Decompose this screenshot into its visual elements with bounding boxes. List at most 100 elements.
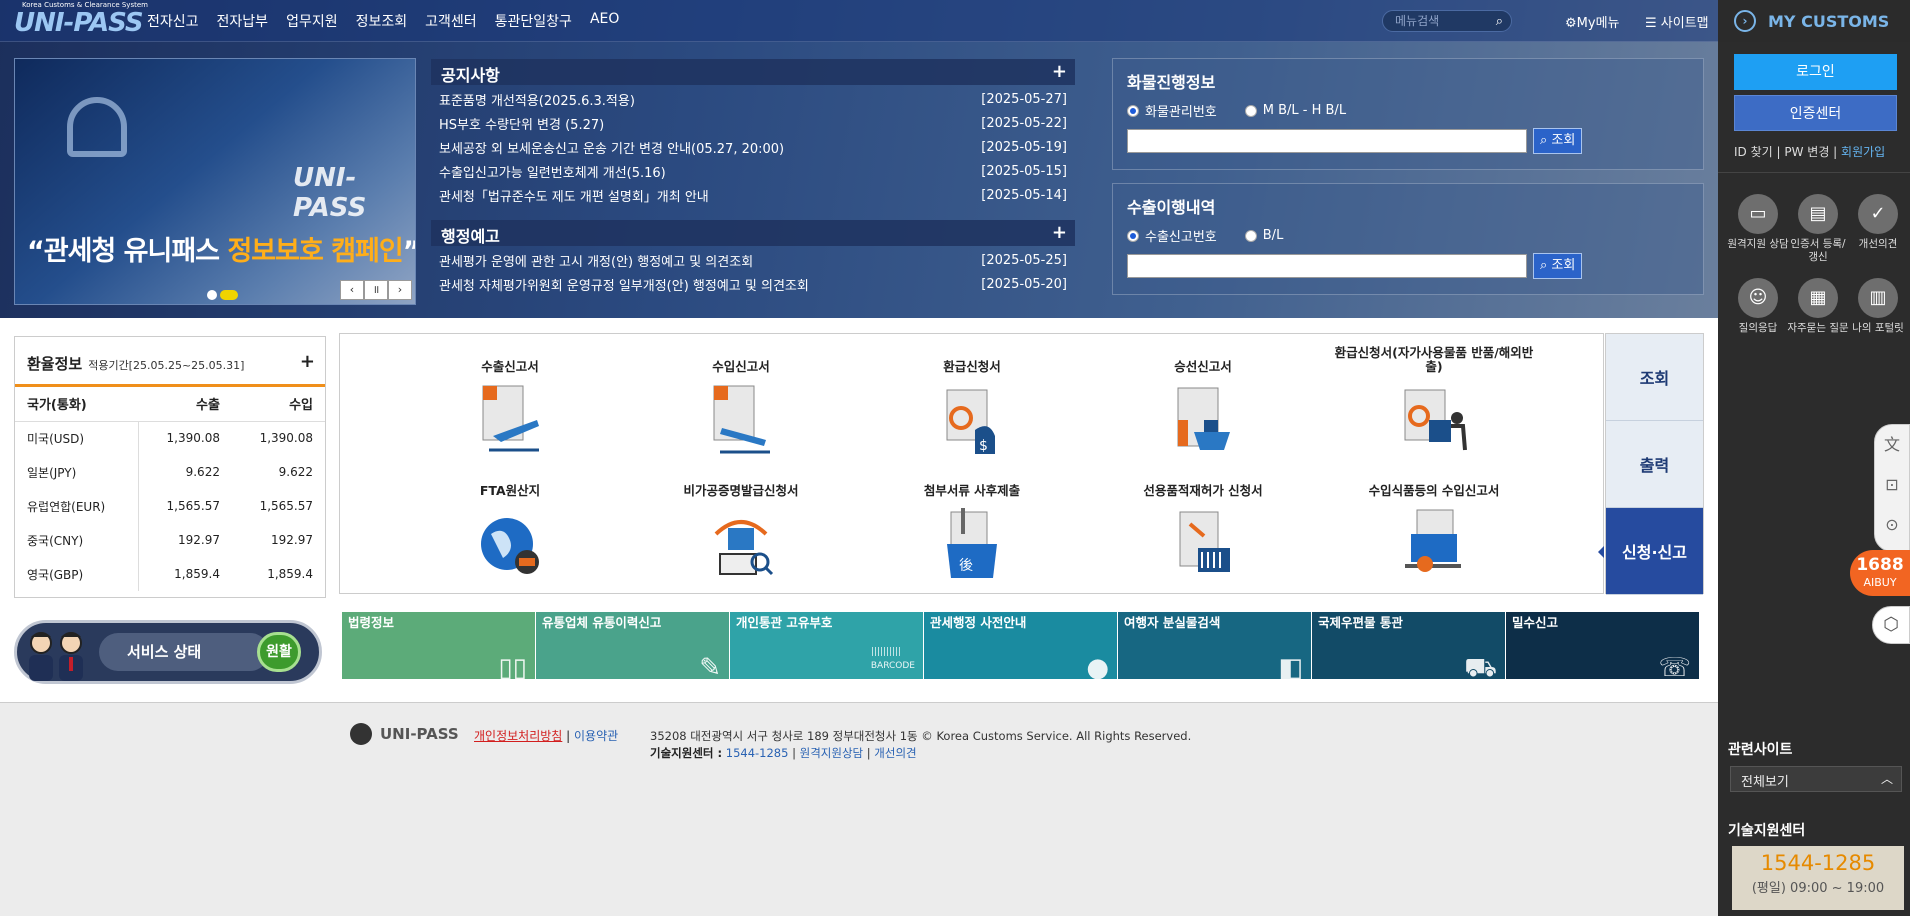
- radio-bl[interactable]: M B/L - H B/L: [1244, 101, 1346, 120]
- doc-food-import[interactable]: 수입식품등의 수입신고서: [1334, 468, 1534, 588]
- cargo-search-button[interactable]: ⌕ 조회: [1533, 128, 1583, 154]
- export-rate-cell: 9.622: [137, 455, 232, 489]
- mymenu-button[interactable]: ⚙My메뉴: [1565, 12, 1620, 31]
- banner-caption-pre: “관세청 유니패스: [27, 236, 228, 267]
- admin-notice-item[interactable]: 관세청 자체평가위원회 운영규정 일부개정(안) 행정예고 및 의견조회 [202…: [431, 272, 1075, 296]
- menu-search-input[interactable]: [1395, 14, 1485, 28]
- certificate-icon: ▤: [1798, 194, 1838, 234]
- doc-fta-origin[interactable]: FTA원산지: [410, 468, 610, 588]
- ai-icon[interactable]: ⊙: [1875, 505, 1909, 545]
- tab-inquiry[interactable]: 조회: [1606, 334, 1703, 421]
- pause-icon[interactable]: ॥: [364, 280, 388, 300]
- doc-import-declaration[interactable]: 수입신고서: [641, 344, 841, 464]
- quick-personal-code[interactable]: 개인통관 고유부호 |||||||||| BARCODE: [730, 612, 923, 679]
- doc-nonprocessing-certificate[interactable]: 비가공증명발급신청서: [641, 468, 841, 588]
- banner-dot-active[interactable]: [220, 290, 238, 300]
- check-bubble-icon: ✓: [1858, 194, 1898, 234]
- login-button[interactable]: 로그인: [1734, 54, 1897, 90]
- side-suggestion[interactable]: ✓ 개선의견: [1846, 194, 1910, 251]
- side-faq[interactable]: ▦ 자주묻는 질문: [1786, 278, 1850, 335]
- main-menu: 전자신고 전자납부 업무지원 정보조회 고객센터 통관단일창구 AEO: [147, 11, 619, 31]
- notice-item[interactable]: 보세공장 외 보세운송신고 운송 기간 변경 안내(05.27, 20:00) […: [431, 135, 1075, 159]
- side-my-portlet[interactable]: ▥ 나의 포털릿: [1846, 278, 1910, 335]
- screenshot-icon[interactable]: ⊡: [1875, 465, 1909, 505]
- declaration-grid: 수출신고서 수입신고서 환급신청서 $ 승선신고서 환급신청서(자가사용물품 반…: [339, 333, 1604, 594]
- menu-item-edeclare[interactable]: 전자신고: [147, 11, 199, 31]
- notice-item[interactable]: 수출입신고가능 일련번호체계 개선(5.16) [2025-05-15]: [431, 159, 1075, 183]
- tech-support-box: 1544-1285 (평일) 09:00 ~ 19:00: [1732, 846, 1904, 910]
- menu-item-customer[interactable]: 고객센터: [425, 11, 477, 31]
- quick-lost-items[interactable]: 여행자 분실물검색 ◧: [1118, 612, 1311, 681]
- notice-item[interactable]: 관세청「법규준수도 제도 개편 설명회」개최 안내 [2025-05-14]: [431, 183, 1075, 207]
- menu-item-epay[interactable]: 전자납부: [217, 11, 269, 31]
- doc-boarding-report[interactable]: 승선신고서: [1103, 344, 1303, 464]
- radio-bl[interactable]: B/L: [1244, 226, 1283, 245]
- sitemap-button[interactable]: ☰ 사이트맵: [1645, 12, 1709, 31]
- suggest-link[interactable]: 개선의견: [874, 746, 916, 760]
- remote-support-link[interactable]: 원격지원상담: [800, 746, 863, 760]
- doc-refund-overseas[interactable]: 환급신청서(자가사용물품 반품/해외반출): [1334, 344, 1534, 464]
- pw-change-link[interactable]: PW 변경: [1784, 145, 1829, 159]
- menu-item-single-window[interactable]: 통관단일창구: [495, 11, 572, 31]
- admin-notice-item[interactable]: 관세평가 운영에 관한 고시 개정(안) 행정예고 및 의견조회 [2025-05…: [431, 248, 1075, 272]
- related-sites-select[interactable]: 전체보기: [1730, 766, 1902, 792]
- campaign-banner[interactable]: UNI-PASS “관세청 유니패스 정보보호 캠페인” ‹ ॥ ›: [14, 58, 416, 305]
- search-icon[interactable]: ⌕: [1496, 14, 1503, 29]
- export-search-button[interactable]: ⌕ 조회: [1533, 253, 1583, 279]
- side-remote-support[interactable]: ▭ 원격지원 상담: [1726, 194, 1790, 251]
- banner-dot[interactable]: [207, 290, 217, 300]
- prev-icon[interactable]: ‹: [340, 280, 364, 300]
- tab-print[interactable]: 출력: [1606, 421, 1703, 508]
- id-find-link[interactable]: ID 찾기: [1734, 145, 1773, 159]
- cert-center-button[interactable]: 인증센터: [1734, 95, 1897, 131]
- book-icon: ▯▯: [498, 653, 527, 683]
- tab-apply[interactable]: 신청·신고: [1598, 508, 1703, 595]
- import-rate-cell: 1,390.08: [259, 431, 313, 446]
- column-header: 수출: [138, 387, 232, 422]
- unipass-logo[interactable]: Korea Customs & Clearance System UNI-PASS: [14, 1, 148, 38]
- footer-address: 35208 대전광역시 서구 청사로 189 정부대전청사 1동 © Korea…: [650, 729, 1192, 743]
- quick-law-info[interactable]: 법령정보 ▯▯: [342, 612, 535, 683]
- quick-label: 여행자 분실물검색: [1124, 615, 1221, 630]
- quick-customs-guide[interactable]: 관세행정 사전안내 ●: [924, 612, 1117, 681]
- translate-icon[interactable]: 文: [1875, 425, 1909, 465]
- side-qna[interactable]: ☺ 질의응답: [1726, 278, 1790, 335]
- phone-icon: ☏: [1658, 653, 1691, 683]
- doc-export-declaration[interactable]: 수출신고서: [410, 344, 610, 464]
- plus-icon[interactable]: +: [1052, 61, 1067, 82]
- radio-export-number[interactable]: 수출신고번호: [1127, 226, 1217, 245]
- menu-item-support[interactable]: 업무지원: [286, 11, 338, 31]
- privacy-link[interactable]: 개인정보처리방침: [474, 729, 562, 743]
- plus-icon[interactable]: +: [300, 351, 315, 372]
- attachment-icon: 後: [947, 508, 997, 578]
- quick-smuggling-report[interactable]: 밀수신고 ☏: [1506, 612, 1699, 683]
- next-icon[interactable]: ›: [388, 280, 412, 300]
- doc-refund-request[interactable]: 환급신청서 $: [872, 344, 1072, 464]
- admin-notice-title: 행정예고: [441, 227, 500, 246]
- admin-notice-board: 행정예고 + 관세평가 운영에 관한 고시 개정(안) 행정예고 및 의견조회 [2…: [431, 220, 1075, 296]
- doc-attachment-later[interactable]: 첨부서류 사후제출 後: [872, 468, 1072, 588]
- menu-item-info[interactable]: 정보조회: [356, 11, 408, 31]
- menu-item-aeo[interactable]: AEO: [590, 11, 619, 31]
- export-input[interactable]: [1127, 254, 1527, 278]
- terms-link[interactable]: 이용약관: [574, 729, 618, 743]
- join-link[interactable]: 회원가입: [1841, 145, 1885, 159]
- side-icon-label: 개선의견: [1858, 238, 1898, 250]
- quick-label: 개인통관 고유부호: [736, 615, 833, 630]
- cargo-input[interactable]: [1127, 129, 1527, 153]
- quick-label: 관세행정 사전안내: [930, 615, 1027, 630]
- plus-icon[interactable]: +: [1052, 222, 1067, 243]
- chevron-right-icon[interactable]: ›: [1734, 10, 1756, 32]
- notice-item[interactable]: 표준품명 개선적용(2025.6.3.적용) [2025-05-27]: [431, 87, 1075, 111]
- hexagon-icon[interactable]: ⬡: [1872, 606, 1910, 644]
- notice-item[interactable]: HS부호 수량단위 변경 (5.27) [2025-05-22]: [431, 111, 1075, 135]
- notice-date: [2025-05-22]: [981, 115, 1067, 131]
- quick-intl-mail[interactable]: 국제우편물 통관 ⛟: [1312, 612, 1505, 681]
- footer-logo-text: UNI-PASS: [380, 725, 459, 743]
- doc-ship-supplies[interactable]: 선용품적재허가 신청서: [1103, 468, 1303, 588]
- aibuy-widget[interactable]: 1688 AIBUY: [1850, 550, 1910, 596]
- button-label: 조회: [1551, 133, 1576, 148]
- quick-distribution[interactable]: 유통업체 유통이력신고 ✎: [536, 612, 729, 681]
- side-cert-register[interactable]: ▤ 인증서 등록/갱신: [1786, 194, 1850, 264]
- radio-cargo-number[interactable]: 화물관리번호: [1127, 101, 1217, 120]
